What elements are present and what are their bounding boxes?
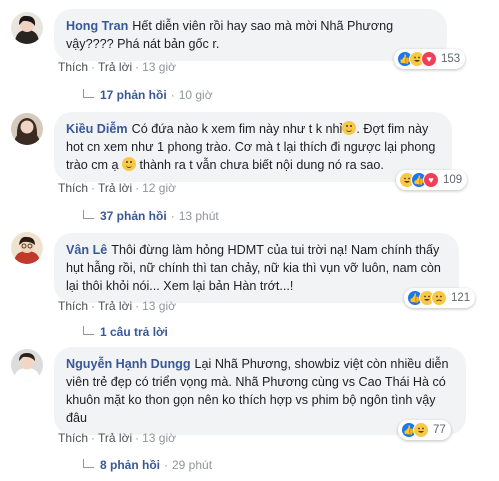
reply-arrow-icon (83, 325, 94, 335)
replies-count[interactable]: 8 phản hồi (100, 458, 160, 472)
comment-text: Có đứa nào k xem fim này như t k nhỉ (131, 122, 343, 136)
comment-time[interactable]: 13 giờ (142, 60, 176, 74)
like-link[interactable]: Thích (58, 181, 88, 195)
reply-link[interactable]: Trả lời (98, 431, 132, 445)
replies-count[interactable]: 1 câu trả lời (100, 325, 168, 339)
replies-time: 13 phút (178, 209, 219, 223)
replies-time: 10 giờ (178, 88, 213, 102)
reply-arrow-icon (83, 458, 94, 468)
reaction-summary[interactable]: 👍 ♥ 109 (396, 170, 468, 190)
comment-bubble: Kiều Diễm Có đứa nào k xem fim này như t … (54, 112, 452, 182)
haha-icon (413, 422, 429, 438)
reply-link[interactable]: Trả lời (98, 181, 132, 195)
comment-text: thành ra t vẫn chưa biết nội dung nó ra … (136, 158, 384, 172)
comment-author[interactable]: Kiều Diễm (66, 122, 128, 136)
like-link[interactable]: Thích (58, 431, 88, 445)
comment-author[interactable]: Hong Tran (66, 19, 128, 33)
love-icon: ♥ (423, 172, 439, 188)
replies-time: 29 phút (172, 458, 213, 472)
comment-actions: Thích · Trả lời · 13 giờ (58, 431, 176, 445)
reaction-summary[interactable]: 👍 121 (404, 288, 476, 308)
avatar[interactable] (11, 349, 43, 381)
reaction-count: 121 (451, 292, 471, 304)
sad-icon (431, 290, 447, 306)
comment-bubble: Vân Lê Thôi đừng làm hỏng HDMT của tui tr… (54, 233, 459, 303)
reply-link[interactable]: Trả lời (98, 299, 132, 313)
comment-author[interactable]: Vân Lê (66, 243, 107, 257)
view-replies[interactable]: 8 phản hồi · 29 phút (83, 458, 212, 472)
comment-actions: Thích · Trả lời · 13 giờ (58, 60, 176, 74)
reaction-summary[interactable]: 👍 ♥ 153 (394, 49, 466, 69)
like-link[interactable]: Thích (58, 60, 88, 74)
comment-time[interactable]: 13 giờ (142, 299, 176, 313)
smile-emoji-icon (122, 157, 136, 171)
comment-author[interactable]: Nguyễn Hạnh Dungg (66, 357, 191, 371)
view-replies[interactable]: 37 phản hồi · 13 phút (83, 209, 219, 223)
reply-arrow-icon (83, 88, 94, 98)
comment-time[interactable]: 12 giờ (142, 181, 176, 195)
replies-count[interactable]: 37 phản hồi (100, 209, 167, 223)
comment-bubble: Hong Tran Hết diễn viên rồi hay sao mà mờ… (54, 9, 447, 61)
view-replies[interactable]: 1 câu trả lời (83, 325, 168, 339)
like-link[interactable]: Thích (58, 299, 88, 313)
comment-actions: Thích · Trả lời · 13 giờ (58, 299, 176, 313)
view-replies[interactable]: 17 phản hồi · 10 giờ (83, 88, 213, 102)
replies-count[interactable]: 17 phản hồi (100, 88, 167, 102)
avatar[interactable] (11, 12, 43, 44)
avatar[interactable] (11, 113, 43, 145)
smirk-emoji-icon (342, 121, 357, 135)
comment-time[interactable]: 13 giờ (142, 431, 176, 445)
avatar[interactable] (11, 232, 43, 264)
reaction-count: 153 (441, 53, 461, 65)
reaction-count: 109 (443, 174, 463, 186)
reply-arrow-icon (83, 209, 94, 219)
love-icon: ♥ (421, 51, 437, 67)
comment-actions: Thích · Trả lời · 12 giờ (58, 181, 176, 195)
reaction-summary[interactable]: 👍 77 (398, 420, 451, 440)
reply-link[interactable]: Trả lời (98, 60, 132, 74)
reaction-count: 77 (433, 424, 446, 436)
comment-text: Thôi đừng làm hỏng HDMT của tui trời nạ!… (66, 243, 441, 293)
